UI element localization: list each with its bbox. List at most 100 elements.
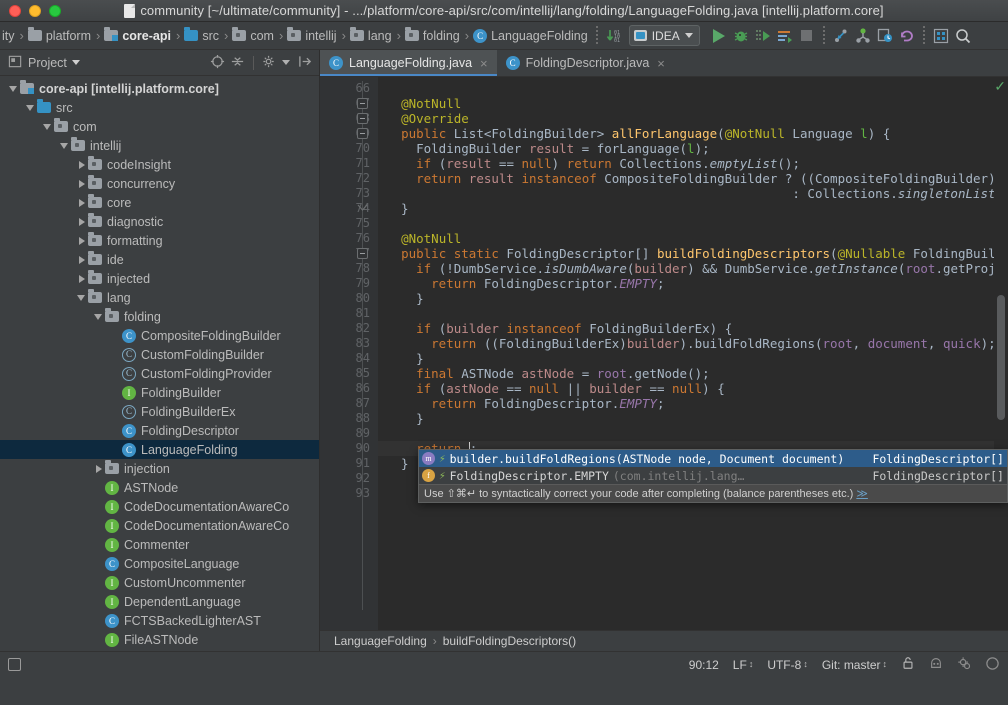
expand-arrow-open-icon[interactable]	[76, 292, 87, 303]
collapse-all-icon[interactable]	[230, 54, 245, 72]
code-line[interactable]: if (builder instanceof FoldingBuilderEx)…	[378, 321, 994, 336]
tree-node-formatting[interactable]: formatting	[0, 231, 319, 250]
code-line[interactable]: }	[378, 411, 994, 426]
tree-node-foldingbuilder[interactable]: I FoldingBuilder	[0, 383, 319, 402]
structure-icon[interactable]	[930, 25, 952, 47]
code-line[interactable]: return ((FoldingBuilderEx)builder).build…	[378, 336, 994, 351]
tree-node-codedocumentationawareco[interactable]: I CodeDocumentationAwareCo	[0, 516, 319, 535]
tree-node-codedocumentationawareco[interactable]: I CodeDocumentationAwareCo	[0, 497, 319, 516]
update-project-icon[interactable]: 01 10 01	[603, 25, 625, 47]
project-tree[interactable]: core-api [intellij.platform.core] src com i…	[0, 76, 319, 651]
expand-arrow-closed-icon[interactable]	[76, 216, 87, 227]
expand-arrow-open-icon[interactable]	[93, 311, 104, 322]
fold-collapse-icon[interactable]	[357, 113, 368, 124]
vcs-commit-icon[interactable]	[852, 25, 874, 47]
completion-item-list[interactable]: m ⚡ builder.buildFoldRegions(ASTNode node,…	[419, 450, 1007, 484]
toggle-tool-windows-icon[interactable]	[8, 658, 21, 671]
code-line[interactable]: public static FoldingDescriptor[] buildF…	[378, 246, 994, 261]
code-editor[interactable]: @NotNull @Override public List<FoldingBu…	[378, 77, 994, 630]
scrollbar-thumb[interactable]	[997, 295, 1005, 420]
rollback-icon[interactable]	[896, 25, 918, 47]
code-line[interactable]: final ASTNode astNode = root.getNode();	[378, 366, 994, 381]
line-separator-selector[interactable]: LF ↕	[733, 658, 754, 672]
expand-arrow-closed-icon[interactable]	[93, 463, 104, 474]
code-line[interactable]: @NotNull	[378, 96, 994, 111]
encoding-selector[interactable]: UTF-8 ↕	[767, 658, 808, 672]
code-line[interactable]	[378, 216, 994, 231]
tree-node-fileastnode[interactable]: I FileASTNode	[0, 630, 319, 649]
code-line[interactable]: @Override	[378, 111, 994, 126]
completion-item[interactable]: m ⚡ builder.buildFoldRegions(ASTNode node,…	[419, 450, 1007, 467]
fold-collapse-icon[interactable]	[357, 248, 368, 259]
code-line[interactable]	[378, 81, 994, 96]
tree-node-diagnostic[interactable]: diagnostic	[0, 212, 319, 231]
fold-region-end-icon[interactable]	[357, 203, 368, 214]
tree-node-concurrency[interactable]: concurrency	[0, 174, 319, 193]
run-configuration-selector[interactable]: IDEA	[628, 25, 700, 46]
editor-breadcrumbs[interactable]: LanguageFolding › buildFoldingDescriptors(…	[320, 630, 1008, 651]
tree-node-customuncommenter[interactable]: I CustomUncommenter	[0, 573, 319, 592]
code-line[interactable]: }	[378, 351, 994, 366]
close-tab-icon[interactable]: ×	[657, 56, 665, 71]
editor-scrollbar[interactable]: ✓	[994, 77, 1008, 630]
breadcrumb-item-languagefolding[interactable]: C LanguageFolding	[471, 22, 591, 49]
locate-icon[interactable]	[210, 54, 225, 72]
editor-breadcrumb-item[interactable]: buildFoldingDescriptors()	[443, 634, 576, 648]
tree-node-commenter[interactable]: I Commenter	[0, 535, 319, 554]
caret-position[interactable]: 90:12	[689, 658, 719, 672]
tree-node-core[interactable]: core	[0, 193, 319, 212]
tree-node-injectablelanguage[interactable]: IInjectableLanguage	[0, 649, 319, 651]
code-line[interactable]: }	[378, 201, 994, 216]
expand-arrow-open-icon[interactable]	[59, 140, 70, 151]
project-dropdown-chevron-icon[interactable]	[71, 60, 80, 65]
code-line[interactable]: return FoldingDescriptor.EMPTY;	[378, 396, 994, 411]
tree-node-customfoldingbuilder[interactable]: C CustomFoldingBuilder	[0, 345, 319, 364]
tree-node-folding[interactable]: folding	[0, 307, 319, 326]
code-line[interactable]: @NotNull	[378, 231, 994, 246]
completion-item[interactable]: f ⚡ FoldingDescriptor.EMPTY (com.intellij.…	[419, 467, 1007, 484]
breadcrumb-item-lang[interactable]: lang	[348, 22, 395, 49]
search-icon[interactable]	[952, 25, 974, 47]
editor-tab-languagefolding-java[interactable]: C LanguageFolding.java ×	[320, 50, 497, 76]
tree-node-injected[interactable]: injected	[0, 269, 319, 288]
run-icon[interactable]	[708, 25, 730, 47]
inspector-icon[interactable]	[929, 656, 943, 673]
tree-node-foldingdescriptor[interactable]: C FoldingDescriptor	[0, 421, 319, 440]
code-line[interactable]: return FoldingDescriptor.EMPTY;	[378, 276, 994, 291]
expand-arrow-closed-icon[interactable]	[76, 254, 87, 265]
completion-hint-link[interactable]: ≫	[856, 488, 868, 500]
tree-node-astnode[interactable]: I ASTNode	[0, 478, 319, 497]
tree-node-compositelanguage[interactable]: C CompositeLanguage	[0, 554, 319, 573]
expand-arrow-closed-icon[interactable]	[76, 273, 87, 284]
code-line[interactable]: if (!DumbService.isDumbAware(builder) &&…	[378, 261, 994, 276]
editor-breadcrumb-item[interactable]: LanguageFolding	[334, 634, 427, 648]
code-line[interactable]: public List<FoldingBuilder> allForLangua…	[378, 126, 994, 141]
tree-node-fctsbackedlighterast[interactable]: C FCTSBackedLighterAST	[0, 611, 319, 630]
breadcrumb-item-platform[interactable]: platform	[26, 22, 94, 49]
tree-node-intellij[interactable]: intellij	[0, 136, 319, 155]
expand-arrow-open-icon[interactable]	[42, 121, 53, 132]
code-line[interactable]: if (result == null) return Collections.e…	[378, 156, 994, 171]
editor-tab-foldingdescriptor-java[interactable]: C FoldingDescriptor.java ×	[497, 50, 674, 76]
background-tasks-icon[interactable]	[957, 656, 971, 673]
code-line[interactable]: return result instanceof CompositeFoldin…	[378, 171, 994, 186]
expand-arrow-closed-icon[interactable]	[76, 159, 87, 170]
expand-arrow-closed-icon[interactable]	[76, 178, 87, 189]
tree-node-dependentlanguage[interactable]: I DependentLanguage	[0, 592, 319, 611]
expand-arrow-open-icon[interactable]	[25, 102, 36, 113]
vcs-update-icon[interactable]	[830, 25, 852, 47]
tree-node-foldingbuilderex[interactable]: C FoldingBuilderEx	[0, 402, 319, 421]
code-line[interactable]	[378, 306, 994, 321]
code-completion-popup[interactable]: m ⚡ builder.buildFoldRegions(ASTNode node,…	[418, 449, 1008, 503]
tree-node-core-api-intellij-platform-core-[interactable]: core-api [intellij.platform.core]	[0, 79, 319, 98]
tree-node-lang[interactable]: lang	[0, 288, 319, 307]
tree-node-src[interactable]: src	[0, 98, 319, 117]
profile-icon[interactable]	[774, 25, 796, 47]
code-line[interactable]: : Collections.singletonList(result);	[378, 186, 994, 201]
zoom-window-button[interactable]	[49, 4, 61, 17]
git-branch-widget[interactable]: Git: master ↕	[822, 658, 887, 672]
tree-node-customfoldingprovider[interactable]: C CustomFoldingProvider	[0, 364, 319, 383]
tree-node-compositefoldingbuilder[interactable]: C CompositeFoldingBuilder	[0, 326, 319, 345]
debug-icon[interactable]	[730, 25, 752, 47]
hide-panel-icon[interactable]	[298, 54, 313, 72]
